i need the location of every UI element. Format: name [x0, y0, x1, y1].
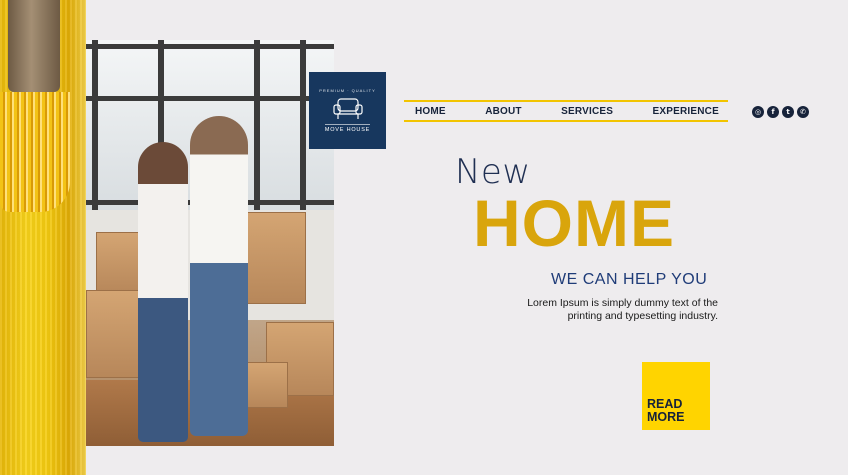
window-frame: [86, 44, 334, 49]
headline-home: HOME: [473, 186, 675, 260]
nav-services[interactable]: SERVICES: [561, 106, 613, 117]
whatsapp-icon[interactable]: ✆: [797, 106, 809, 118]
logo-arc-text: PREMIUM · QUALITY: [319, 88, 376, 93]
nav-experience[interactable]: EXPERIENCE: [653, 106, 719, 117]
tagline: WE CAN HELP YOU: [551, 271, 708, 288]
moving-box: [244, 212, 306, 304]
read-more-button[interactable]: READ MORE: [642, 362, 710, 430]
woman-figure: [138, 142, 188, 442]
nav-home[interactable]: HOME: [415, 106, 446, 117]
window-frame: [254, 40, 260, 210]
armchair-icon: [332, 98, 363, 119]
man-figure: [190, 116, 248, 436]
facebook-icon[interactable]: f: [767, 106, 779, 118]
nav-about[interactable]: ABOUT: [485, 106, 522, 117]
window-frame: [86, 96, 334, 101]
read-more-line2: MORE: [647, 410, 685, 424]
paint-brush-bristles: [0, 92, 70, 212]
window-frame: [92, 40, 98, 210]
instagram-icon[interactable]: ◎: [752, 106, 764, 118]
window-frame: [300, 40, 306, 210]
logo-brand-name: MOVE HOUSE: [324, 124, 371, 133]
description-text: Lorem Ipsum is simply dummy text of the …: [527, 297, 718, 322]
twitter-icon[interactable]: t: [782, 106, 794, 118]
social-links: ◎ f t ✆: [752, 106, 809, 118]
paint-brush-handle: [8, 0, 60, 92]
main-navigation: HOME ABOUT SERVICES EXPERIENCE: [404, 100, 728, 122]
brand-logo[interactable]: PREMIUM · QUALITY MOVE HOUSE: [309, 72, 386, 149]
hero-photo: [86, 40, 334, 446]
moving-box: [246, 362, 288, 408]
